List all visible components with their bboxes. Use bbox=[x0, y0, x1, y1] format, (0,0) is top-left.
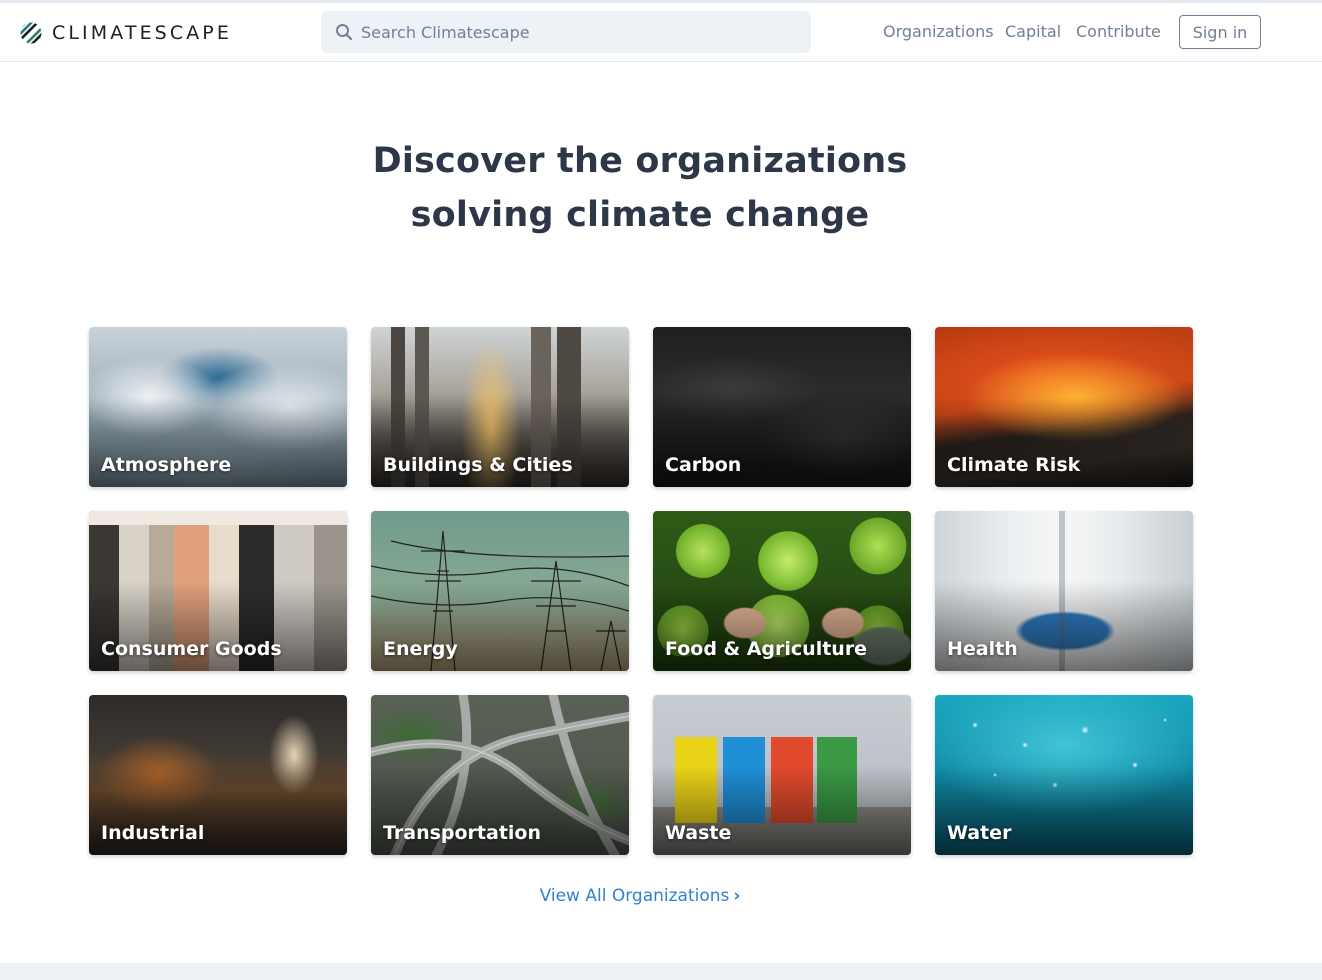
view-all-organizations-link[interactable]: View All Organizations › bbox=[540, 886, 741, 906]
sector-card-health[interactable]: Health bbox=[935, 511, 1193, 671]
nav-organizations[interactable]: Organizations bbox=[883, 22, 994, 41]
search-icon bbox=[336, 24, 353, 41]
sector-card-carbon[interactable]: Carbon bbox=[653, 327, 911, 487]
sector-card-atmosphere[interactable]: Atmosphere bbox=[89, 327, 347, 487]
nav-contribute[interactable]: Contribute bbox=[1076, 22, 1161, 41]
search-bar[interactable] bbox=[321, 11, 811, 53]
sector-label: Atmosphere bbox=[101, 454, 232, 476]
sector-card-buildings-cities[interactable]: Buildings & Cities bbox=[371, 327, 629, 487]
view-all-container: View All Organizations › bbox=[0, 886, 1280, 906]
sector-card-industrial[interactable]: Industrial bbox=[89, 695, 347, 855]
sector-grid: Atmosphere Buildings & Cities Carbon Cli… bbox=[89, 327, 1193, 855]
page-title-line-2: solving climate change bbox=[410, 195, 870, 235]
top-navbar: CLIMATESCAPE Organizations Capital Contr… bbox=[0, 3, 1322, 62]
sector-card-waste[interactable]: Waste bbox=[653, 695, 911, 855]
brand-name: CLIMATESCAPE bbox=[52, 22, 232, 44]
diagonal-stripes-logo-icon bbox=[20, 22, 42, 44]
sector-card-consumer-goods[interactable]: Consumer Goods bbox=[89, 511, 347, 671]
sector-label: Carbon bbox=[665, 454, 742, 476]
sector-card-transportation[interactable]: Transportation bbox=[371, 695, 629, 855]
page-title-line-1: Discover the organizations bbox=[372, 141, 908, 181]
footer-band bbox=[0, 963, 1322, 980]
sector-card-energy[interactable]: Energy bbox=[371, 511, 629, 671]
sector-label: Climate Risk bbox=[947, 454, 1081, 476]
sector-label: Water bbox=[947, 822, 1012, 844]
view-all-label: View All Organizations bbox=[539, 886, 730, 906]
sign-in-button[interactable]: Sign in bbox=[1179, 15, 1261, 49]
search-input[interactable] bbox=[361, 11, 801, 53]
sector-label: Industrial bbox=[101, 822, 205, 844]
sector-label: Consumer Goods bbox=[101, 638, 282, 660]
sector-card-food-agriculture[interactable]: Food & Agriculture bbox=[653, 511, 911, 671]
sector-label: Transportation bbox=[383, 822, 542, 844]
sector-label: Health bbox=[947, 638, 1018, 660]
sector-label: Buildings & Cities bbox=[383, 454, 573, 476]
page-title: Discover the organizations solving clima… bbox=[320, 134, 960, 242]
chevron-right-icon: › bbox=[733, 886, 741, 906]
sector-card-climate-risk[interactable]: Climate Risk bbox=[935, 327, 1193, 487]
sector-label: Energy bbox=[383, 638, 458, 660]
nav-capital[interactable]: Capital bbox=[1005, 22, 1061, 41]
sector-label: Waste bbox=[665, 822, 732, 844]
sector-card-water[interactable]: Water bbox=[935, 695, 1193, 855]
sector-label: Food & Agriculture bbox=[665, 638, 868, 660]
brand-logo[interactable]: CLIMATESCAPE bbox=[20, 21, 232, 45]
